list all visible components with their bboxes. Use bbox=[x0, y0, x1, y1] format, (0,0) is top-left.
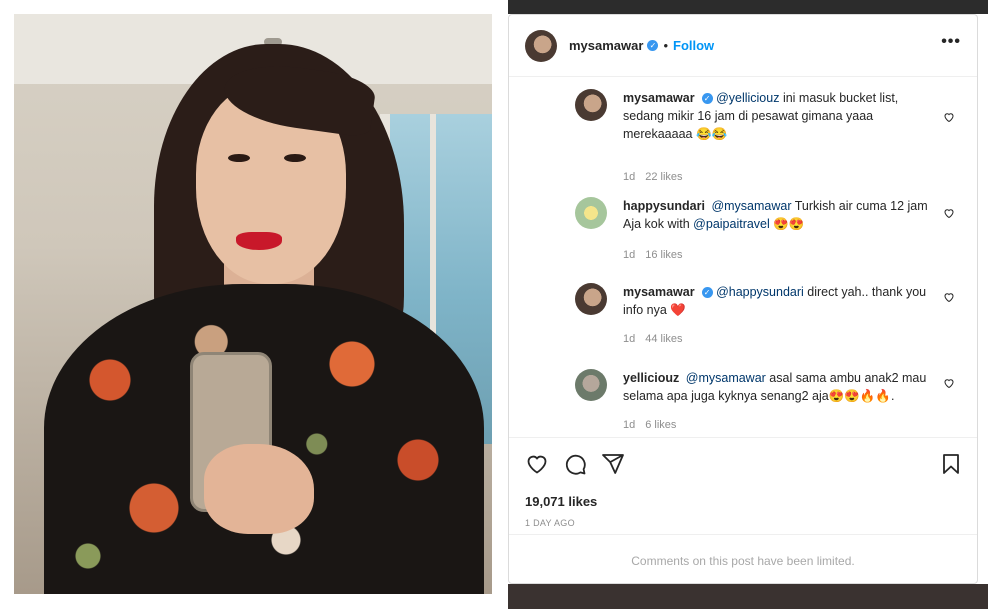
comment-username[interactable]: mysamawar bbox=[623, 91, 695, 105]
comment-meta: 1d 16 likes bbox=[623, 249, 683, 261]
comment-mention[interactable]: @paipaitravel bbox=[693, 217, 770, 231]
verified-badge-icon: ✓ bbox=[647, 40, 659, 51]
more-options-icon[interactable]: ••• bbox=[941, 33, 961, 51]
background-strip-top bbox=[508, 0, 988, 14]
share-icon[interactable] bbox=[601, 452, 625, 476]
comments-limited-notice: Comments on this post have been limited. bbox=[509, 534, 977, 583]
comment-item: mysamawar ✓ @yelliciouz ini masuk bucket … bbox=[575, 89, 965, 183]
comment-likes[interactable]: 22 likes bbox=[645, 171, 682, 183]
comment-text: yelliciouz @mysamawar asal sama ambu ana… bbox=[623, 369, 933, 405]
heart-icon[interactable] bbox=[525, 452, 549, 476]
photo-lips bbox=[236, 232, 282, 250]
comment-mention[interactable]: @yelliciouz bbox=[716, 91, 779, 105]
verified-badge-icon: ✓ bbox=[701, 93, 713, 105]
follow-button[interactable]: Follow bbox=[673, 38, 714, 53]
photo-eye-right bbox=[284, 154, 306, 162]
comment-age: 1d bbox=[623, 171, 636, 183]
comment-item: happysundari @mysamawar Turkish air cuma… bbox=[575, 197, 965, 277]
post-date: 1 DAY AGO bbox=[525, 518, 575, 528]
action-icons bbox=[525, 452, 625, 476]
comment-item: yelliciouz @mysamawar asal sama ambu ana… bbox=[575, 369, 965, 437]
comment-meta: 1d 44 likes bbox=[623, 333, 683, 345]
comment-heart-icon[interactable] bbox=[943, 291, 955, 303]
bookmark-icon[interactable] bbox=[939, 452, 963, 476]
comments-list[interactable]: mysamawar ✓ @yelliciouz ini masuk bucket … bbox=[509, 77, 977, 437]
background-strip-bottom bbox=[508, 584, 988, 609]
comment-text: mysamawar ✓ @happysundari direct yah.. th… bbox=[623, 283, 933, 319]
post-photo bbox=[14, 14, 492, 594]
comment-username[interactable]: happysundari bbox=[623, 199, 705, 213]
comment-username[interactable]: yelliciouz bbox=[623, 371, 679, 385]
comment-mention[interactable]: @mysamawar bbox=[711, 199, 791, 213]
comment-text: mysamawar ✓ @yelliciouz ini masuk bucket … bbox=[623, 89, 933, 143]
comment-icon[interactable] bbox=[563, 452, 587, 476]
comment-age: 1d bbox=[623, 249, 636, 261]
comment-heart-icon[interactable] bbox=[943, 207, 955, 219]
comment-likes[interactable]: 6 likes bbox=[645, 419, 676, 431]
comment-likes[interactable]: 44 likes bbox=[645, 333, 682, 345]
comment-avatar[interactable] bbox=[575, 283, 607, 315]
likes-count[interactable]: 19,071 likes bbox=[525, 494, 597, 509]
comment-item: mysamawar ✓ @happysundari direct yah.. th… bbox=[575, 283, 965, 363]
post-panel: mysamawar ✓ • Follow ••• mysamawar ✓ @yel… bbox=[508, 14, 978, 584]
comment-meta: 1d 6 likes bbox=[623, 419, 676, 431]
comment-avatar[interactable] bbox=[575, 197, 607, 229]
comment-avatar[interactable] bbox=[575, 89, 607, 121]
author-avatar[interactable] bbox=[525, 29, 557, 62]
comment-age: 1d bbox=[623, 333, 636, 345]
comment-avatar[interactable] bbox=[575, 369, 607, 401]
post-header: mysamawar ✓ • Follow ••• bbox=[509, 15, 977, 77]
comment-username[interactable]: mysamawar bbox=[623, 285, 695, 299]
verified-badge-icon: ✓ bbox=[701, 287, 713, 299]
comment-meta: 1d 22 likes bbox=[623, 171, 683, 183]
author-username[interactable]: mysamawar bbox=[569, 38, 643, 53]
comment-mention[interactable]: @happysundari bbox=[716, 285, 804, 299]
comment-heart-icon[interactable] bbox=[943, 377, 955, 389]
comment-body: 😍😍 bbox=[769, 217, 805, 231]
photo-eye-left bbox=[228, 154, 250, 162]
post-actions: 19,071 likes 1 DAY AGO Comments on this … bbox=[509, 437, 977, 583]
comment-text: happysundari @mysamawar Turkish air cuma… bbox=[623, 197, 933, 233]
comment-heart-icon[interactable] bbox=[943, 111, 955, 123]
comment-age: 1d bbox=[623, 419, 636, 431]
header-separator: • bbox=[663, 38, 669, 53]
photo-hand bbox=[204, 444, 314, 534]
comment-likes[interactable]: 16 likes bbox=[645, 249, 682, 261]
comment-mention[interactable]: @mysamawar bbox=[686, 371, 766, 385]
